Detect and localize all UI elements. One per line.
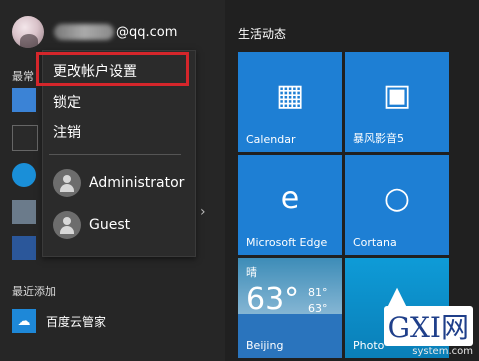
start-menu: @qq.com 最常 › 最近添加 ☁ 百度云管家 更改帐户设置 锁定 注销 A…: [0, 0, 479, 361]
word-icon[interactable]: [12, 236, 36, 260]
tile-label: Cortana: [353, 236, 397, 249]
annotation-highlight-box: [36, 52, 189, 86]
pinned-app-3-icon[interactable]: [12, 163, 36, 187]
account-avatar[interactable]: [12, 16, 44, 48]
pinned-app-1-icon[interactable]: [12, 88, 36, 112]
user-name: Administrator: [89, 175, 185, 191]
tile-label: Microsoft Edge: [246, 236, 328, 249]
site-watermark: GXI网 system.com: [383, 306, 473, 357]
user-avatar-icon: [53, 169, 81, 197]
lock-item[interactable]: 锁定: [53, 92, 81, 112]
chevron-right-icon[interactable]: ›: [200, 204, 206, 220]
film-icon: ▣: [382, 78, 412, 113]
tile-label: Calendar: [246, 133, 296, 146]
pinned-app-4-icon[interactable]: [12, 200, 36, 224]
calendar-tile[interactable]: ▦ Calendar: [238, 52, 342, 152]
user-avatar-icon: [53, 211, 81, 239]
pinned-app-2-icon[interactable]: [12, 125, 38, 151]
switch-user-administrator[interactable]: Administrator: [53, 169, 184, 197]
tile-label: Photo: [353, 339, 385, 352]
sign-out-item[interactable]: 注销: [53, 122, 81, 142]
edge-icon: e: [280, 181, 300, 216]
edge-tile[interactable]: e Microsoft Edge: [238, 155, 342, 255]
tile-label: 暴风影音5: [353, 132, 404, 145]
account-header[interactable]: @qq.com: [12, 14, 177, 50]
weather-condition: 晴: [246, 266, 257, 279]
recent-app-label: 百度云管家: [46, 314, 107, 329]
user-name: Guest: [89, 217, 131, 233]
calendar-icon: ▦: [275, 78, 305, 113]
baofeng-tile[interactable]: ▣ 暴风影音5: [345, 52, 449, 152]
account-email: @qq.com: [116, 24, 178, 40]
baidu-cloud-icon: ☁: [12, 309, 36, 333]
menu-divider: [49, 154, 181, 155]
watermark-logo: GXI网: [383, 306, 473, 346]
cortana-tile[interactable]: ○ Cortana: [345, 155, 449, 255]
recent-app-baidu[interactable]: ☁ 百度云管家: [12, 309, 106, 333]
weather-city: Beijing: [246, 339, 284, 352]
tile-group-title: 生活动态: [238, 27, 287, 41]
weather-temperature: 63°: [246, 282, 300, 317]
weather-low: 63°: [308, 302, 328, 315]
section-most-used: 最常: [12, 70, 34, 83]
email-redacted: [54, 24, 114, 40]
watermark-subtext: system.com: [412, 346, 473, 357]
section-recently-added: 最近添加: [12, 285, 56, 298]
cortana-icon: ○: [383, 181, 411, 216]
weather-tile[interactable]: 晴 63° 81° 63° Beijing: [238, 258, 342, 358]
weather-high: 81°: [308, 286, 328, 299]
switch-user-guest[interactable]: Guest: [53, 211, 130, 239]
